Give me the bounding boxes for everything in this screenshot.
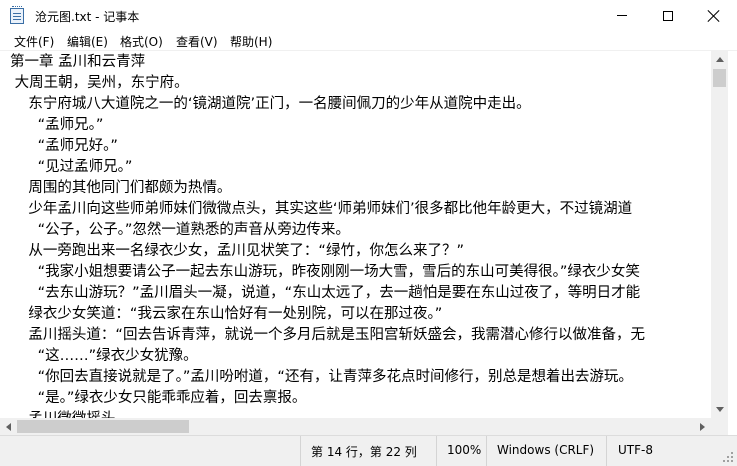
close-icon: [708, 10, 720, 22]
text-line: “这……”绿衣少女犹豫。: [10, 348, 198, 364]
vertical-scrollbar[interactable]: [711, 51, 728, 418]
close-button[interactable]: [691, 0, 737, 31]
text-editor[interactable]: 第一章 孟川和云青萍 大周王朝，吴州，东宁府。 东宁府城八大道院之一的‘镜湖道院…: [0, 51, 720, 418]
status-divider: [300, 436, 301, 466]
notepad-window: 沧元图.txt - 记事本 文件(F) 编辑(E) 格式(O) 查看(V) 帮助…: [0, 0, 737, 466]
text-line: 大周王朝，吴州，东宁府。: [10, 75, 189, 91]
text-line: “孟师兄好。”: [10, 138, 118, 154]
scroll-right-button[interactable]: [694, 418, 711, 435]
zoom-level: 100%: [447, 443, 482, 457]
text-line: 绿衣少女笑道：“我云家在东山恰好有一处别院，可以在那过夜。”: [10, 306, 443, 322]
text-line: “去东山游玩？”孟川眉头一凝，说道，“东山太远了，去一趟怕是要在东山过夜了，等明…: [10, 285, 641, 301]
text-line: 孟川微微摇头。: [10, 409, 130, 418]
menu-bar: 文件(F) 编辑(E) 格式(O) 查看(V) 帮助(H): [0, 31, 737, 51]
maximize-icon: [663, 10, 673, 21]
chevron-down-icon: [715, 407, 724, 412]
minimize-button[interactable]: [599, 0, 645, 31]
text-line: “孟师兄。”: [10, 117, 104, 133]
text-line: 少年孟川向这些师弟师妹们微微点头，其实这些‘师弟师妹们’很多都比他年龄更大，不过…: [10, 201, 633, 217]
text-line: “见过孟师兄。”: [10, 159, 133, 175]
scroll-left-button[interactable]: [0, 418, 17, 435]
status-divider: [436, 436, 437, 466]
scrollbar-corner: [711, 418, 728, 435]
line-ending: Windows (CRLF): [497, 443, 595, 457]
text-line: “公子，公子。”忽然一道熟悉的声音从旁边传来。: [10, 222, 350, 238]
notepad-icon: [10, 6, 24, 24]
menu-help[interactable]: 帮助(H): [229, 33, 273, 50]
status-divider: [486, 436, 487, 466]
chevron-right-icon: [700, 422, 705, 431]
text-line: 孟川摇头道：“回去告诉青萍，就说一个多月后就是玉阳宫斩妖盛会，我需潜心修行以做准…: [10, 327, 645, 343]
menu-view[interactable]: 查看(V): [175, 33, 219, 50]
cursor-position: 第 14 行，第 22 列: [311, 445, 417, 459]
text-encoding: UTF-8: [618, 443, 653, 457]
scroll-up-button[interactable]: [711, 51, 728, 68]
text-line: “我家小姐想要请公子一起去东山游玩，昨夜刚刚一场大雪，雪后的东山可美得很。”绿衣…: [10, 264, 640, 280]
menu-file[interactable]: 文件(F): [13, 33, 55, 50]
text-line: “你回去直接说就是了。”孟川吩咐道，“还有，让青萍多花点时间修行，别总是想着出去…: [10, 369, 633, 385]
vertical-scroll-thumb[interactable]: [713, 69, 726, 87]
status-divider: [606, 436, 607, 466]
chevron-up-icon: [715, 57, 724, 62]
maximize-button[interactable]: [645, 0, 691, 31]
text-line: “是。”绿衣少女只能乖乖应着，回去禀报。: [10, 390, 307, 406]
text-line: 东宁府城八大道院之一的‘镜湖道院’正门，一名腰间佩刀的少年从道院中走出。: [10, 96, 531, 112]
text-line: 从一旁跑出来一名绿衣少女，孟川见状笑了：“绿竹，你怎么来了？”: [10, 243, 464, 259]
horizontal-scroll-thumb[interactable]: [17, 420, 189, 433]
title-bar[interactable]: 沧元图.txt - 记事本: [0, 0, 737, 31]
minimize-icon: [617, 15, 627, 16]
menu-format[interactable]: 格式(O): [119, 33, 164, 50]
chevron-left-icon: [6, 422, 11, 431]
menu-edit[interactable]: 编辑(E): [66, 33, 109, 50]
scroll-down-button[interactable]: [711, 401, 728, 418]
window-title: 沧元图.txt - 记事本: [35, 10, 140, 24]
resize-grip-icon[interactable]: [722, 452, 734, 464]
text-line: 周围的其他同门们都颇为热情。: [10, 180, 232, 196]
status-bar: 第 14 行，第 22 列 100% Windows (CRLF) UTF-8: [0, 435, 737, 466]
horizontal-scrollbar[interactable]: [0, 418, 711, 435]
text-line: 第一章 孟川和云青萍: [10, 54, 146, 70]
